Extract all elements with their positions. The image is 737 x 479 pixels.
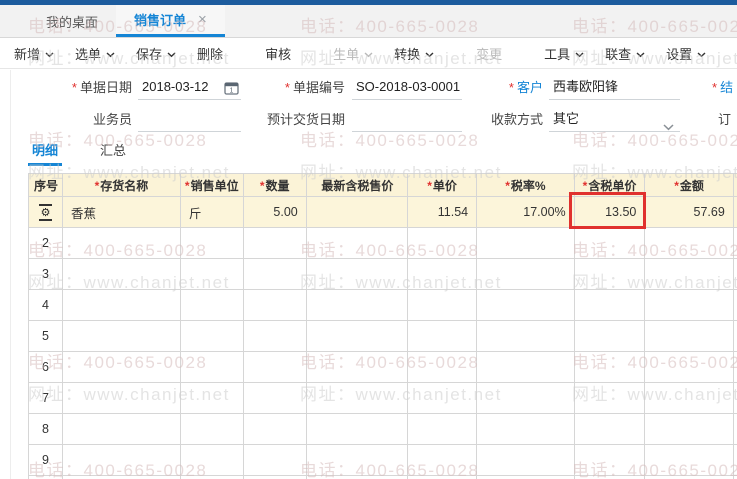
empty-row[interactable]: 4 xyxy=(27,289,737,321)
delete-button[interactable]: 删除 xyxy=(197,44,223,63)
cell-quantity[interactable]: 5.00 xyxy=(242,196,307,228)
col-sales-unit[interactable]: *销售单位 xyxy=(179,173,244,197)
cell-unit-price[interactable]: 11.54 xyxy=(406,196,478,228)
col-seq[interactable]: 序号 xyxy=(27,173,64,197)
pick-order-button[interactable]: 选单 xyxy=(75,44,115,63)
order-line-row-1[interactable]: ⚙ 香蕉 斤 5.00 11.54 17.00% 13.50 57.69 xyxy=(27,196,737,228)
row-settings-icon[interactable]: ⚙ xyxy=(38,203,53,221)
col-tax-rate[interactable]: *税率% xyxy=(476,173,575,197)
chevron-down-icon xyxy=(167,46,176,61)
window-tab-bar: 我的桌面 销售订单 × xyxy=(0,5,737,38)
empty-row[interactable]: 8 xyxy=(27,413,737,445)
order-lines-grid: 序号 *存货名称 *销售单位 *数量 最新含税售价 *单价 *税率% *含税单价… xyxy=(27,173,737,479)
chevron-down-icon xyxy=(106,46,115,61)
empty-row[interactable]: 7 xyxy=(27,382,737,414)
tab-summary[interactable]: 汇总 xyxy=(96,139,130,166)
doc-no-input[interactable]: SO-2018-03-0001 xyxy=(352,76,462,100)
sales-order-window: 我的桌面 销售订单 × 新增 选单 保存 删除 审核 生单 转换 变更 工具 联… xyxy=(0,0,737,479)
tab-my-desktop[interactable]: 我的桌面 xyxy=(28,5,116,37)
convert-button[interactable]: 转换 xyxy=(394,44,434,63)
tools-button[interactable]: 工具 xyxy=(544,44,584,63)
cell-inventory-name[interactable]: 香蕉 xyxy=(62,196,181,228)
empty-row[interactable]: 3 xyxy=(27,258,737,290)
col-amount[interactable]: *金额 xyxy=(644,173,734,197)
detail-tab-bar: 明细 汇总 xyxy=(28,139,130,166)
cell-extra-clipped xyxy=(732,196,737,228)
cell-latest-tax-price[interactable] xyxy=(305,196,408,228)
linked-query-button[interactable]: 联查 xyxy=(605,44,645,63)
toolbar: 新增 选单 保存 删除 审核 生单 转换 变更 工具 联查 设置 xyxy=(0,38,737,69)
tab-label: 我的桌面 xyxy=(46,14,99,30)
doc-no-label: * 单据编号 xyxy=(284,80,345,95)
tab-sales-order[interactable]: 销售订单 × xyxy=(116,5,225,37)
doc-date-label: * 单据日期 xyxy=(71,80,132,95)
cell-tax-incl-price[interactable]: 13.50 xyxy=(573,196,646,228)
generate-doc-button: 生单 xyxy=(333,44,373,63)
col-extra-clipped xyxy=(732,173,737,197)
cell-sales-unit[interactable]: 斤 xyxy=(179,196,244,228)
tab-label: 销售订单 xyxy=(134,13,187,28)
chevron-down-icon xyxy=(45,46,54,61)
empty-row[interactable]: 9 xyxy=(27,444,737,476)
payment-method-label: 收款方式 xyxy=(490,112,543,127)
empty-row[interactable]: 5 xyxy=(27,320,737,352)
expected-delivery-label: 预计交货日期 xyxy=(266,112,345,127)
expected-delivery-input[interactable] xyxy=(352,108,462,132)
order-header-form: * 单据日期 2018-03-12 1 * 单据编号 SO-2018-03-0001… xyxy=(0,70,737,138)
cell-tax-rate[interactable]: 17.00% xyxy=(476,196,575,228)
customer-input[interactable]: 西毒欧阳锋 xyxy=(549,76,680,100)
close-icon[interactable]: × xyxy=(198,12,207,27)
new-button[interactable]: 新增 xyxy=(14,44,54,63)
payment-method-select[interactable]: 其它 xyxy=(549,108,680,132)
settings-button[interactable]: 设置 xyxy=(666,44,706,63)
chevron-down-icon xyxy=(364,46,373,61)
col-tax-incl-price[interactable]: *含税单价 xyxy=(573,173,646,197)
chevron-down-icon[interactable] xyxy=(663,116,674,138)
col-unit-price[interactable]: *单价 xyxy=(406,173,478,197)
cell-amount[interactable]: 57.69 xyxy=(644,196,734,228)
empty-row[interactable]: 6 xyxy=(27,351,737,383)
col-inventory-name[interactable]: *存货名称 xyxy=(62,173,181,197)
empty-row[interactable]: 2 xyxy=(27,227,737,259)
order-label-clipped: 订 xyxy=(718,112,732,127)
customer-label[interactable]: * 客户 xyxy=(450,76,543,100)
settlement-label-clipped: * 结 xyxy=(712,80,734,95)
chevron-down-icon xyxy=(425,46,434,61)
salesperson-label: 业务员 xyxy=(92,112,132,127)
chevron-down-icon xyxy=(636,46,645,61)
save-button[interactable]: 保存 xyxy=(136,44,176,63)
change-button: 变更 xyxy=(476,46,503,62)
chevron-down-icon xyxy=(697,46,706,61)
chevron-down-icon xyxy=(575,46,584,61)
row-action-cell[interactable]: ⚙ xyxy=(27,196,64,228)
col-quantity[interactable]: *数量 xyxy=(242,173,307,197)
tab-detail[interactable]: 明细 xyxy=(28,139,63,166)
audit-button[interactable]: 审核 xyxy=(265,44,291,63)
empty-row[interactable]: 10 xyxy=(27,475,737,479)
grid-header-row: 序号 *存货名称 *销售单位 *数量 最新含税售价 *单价 *税率% *含税单价… xyxy=(27,173,737,197)
col-latest-tax-price[interactable]: 最新含税售价 xyxy=(305,173,408,197)
